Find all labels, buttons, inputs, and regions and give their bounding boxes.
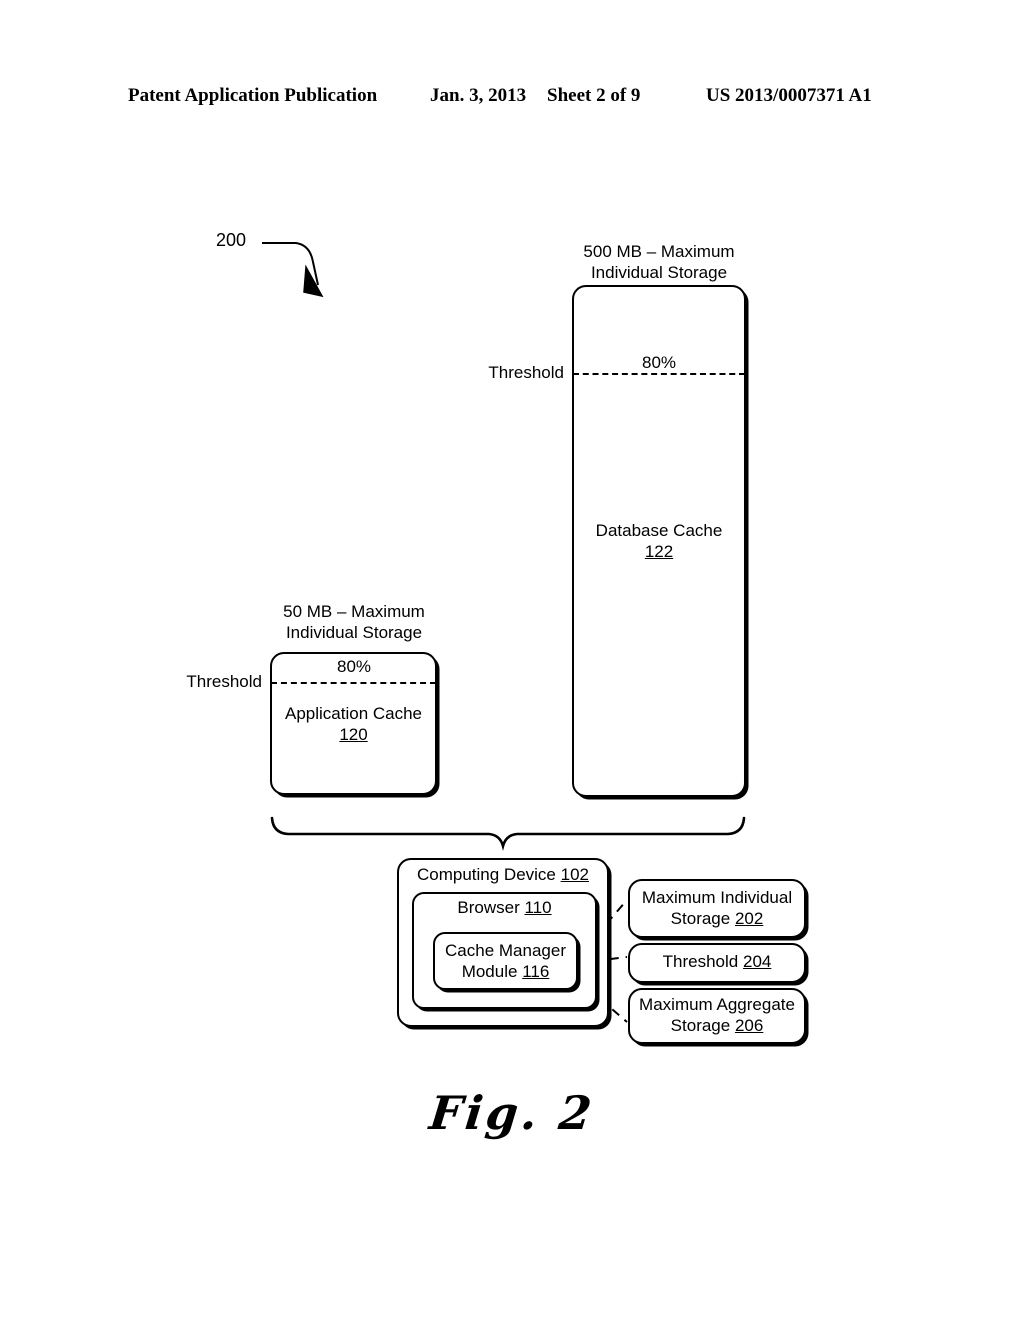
cache-manager-name: Cache Manager — [445, 941, 566, 960]
setting-label-maximum-aggregate-storage: Maximum Aggregate Storage 206 — [628, 994, 806, 1036]
setting-ref-206: 206 — [734, 1016, 764, 1035]
application-cache-threshold-label: Threshold — [186, 672, 262, 691]
header-patent-number: US 2013/0007371 A1 — [706, 85, 872, 106]
application-cache-name: Application Cache — [284, 704, 423, 723]
grouping-brace — [270, 816, 746, 851]
setting-ref-202: 202 — [734, 909, 764, 928]
header-sheet-number: Sheet 2 of 9 — [547, 85, 641, 106]
computing-device-ref: 102 — [560, 865, 589, 884]
setting-name-202: Maximum Individual Storage — [641, 888, 793, 928]
cache-manager-ref: 116 — [522, 962, 550, 981]
computing-device-label: Computing Device 102 — [397, 864, 609, 885]
application-cache-capacity-label: 50 MB – Maximum Individual Storage — [283, 602, 425, 642]
setting-label-threshold: Threshold 204 — [628, 951, 806, 972]
browser-name: Browser — [457, 898, 520, 917]
application-cache-ref: 120 — [339, 725, 368, 744]
cache-manager-module-word: Module — [461, 962, 518, 981]
page-header: Patent Application Publication Jan. 3, 2… — [0, 85, 1024, 115]
setting-ref-204: 204 — [742, 952, 772, 971]
figure-caption: Fig. 2 — [426, 1086, 598, 1140]
figure-reference-number: 200 — [215, 230, 247, 250]
database-cache-threshold-label: Threshold — [488, 363, 564, 382]
application-cache-threshold-percent: 80% — [336, 657, 372, 676]
cache-manager-label-line2: Module 116 — [433, 961, 578, 982]
reference-200-arrow — [262, 242, 324, 298]
browser-ref: 110 — [524, 898, 552, 917]
header-date: Jan. 3, 2013 — [430, 85, 527, 106]
computing-device-name: Computing Device — [416, 865, 556, 884]
setting-label-maximum-individual-storage: Maximum Individual Storage 202 — [628, 887, 806, 929]
database-cache-threshold-percent: 80% — [609, 352, 709, 373]
setting-name-206: Maximum Aggregate Storage — [639, 995, 795, 1035]
database-cache-threshold-line — [573, 373, 745, 375]
application-cache-threshold-line — [271, 682, 436, 684]
browser-label: Browser 110 — [412, 897, 597, 918]
database-cache-name: Database Cache — [595, 521, 723, 540]
database-cache-ref: 122 — [644, 542, 674, 561]
database-cache-capacity-label: 500 MB – Maximum Individual Storage — [583, 242, 735, 282]
setting-name-204: Threshold — [662, 952, 739, 971]
header-publication-title: Patent Application Publication — [128, 85, 378, 106]
